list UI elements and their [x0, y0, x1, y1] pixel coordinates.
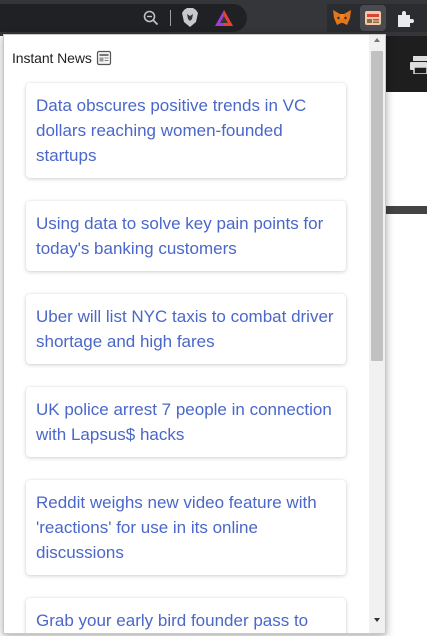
background-divider — [385, 206, 427, 214]
brave-rewards-icon[interactable] — [213, 7, 235, 29]
news-headline: Using data to solve key pain points for … — [36, 214, 324, 258]
news-headline: UK police arrest 7 people in connection … — [36, 400, 332, 444]
popup-scrollbar[interactable] — [369, 35, 385, 633]
news-item[interactable]: Reddit weighs new video feature with 're… — [26, 480, 346, 575]
metamask-icon[interactable] — [330, 6, 354, 30]
scroll-down-arrow-icon[interactable] — [369, 617, 385, 629]
popup-title: Instant News — [12, 50, 92, 66]
instant-news-popup: Instant News Data obscures positive tren… — [3, 34, 386, 634]
news-headline: Data obscures positive trends in VC doll… — [36, 96, 307, 165]
news-item[interactable]: UK police arrest 7 people in connection … — [26, 387, 346, 457]
news-item[interactable]: Uber will list NYC taxis to combat drive… — [26, 294, 346, 364]
instant-news-extension-icon[interactable] — [362, 7, 384, 29]
zoom-icon[interactable] — [141, 8, 161, 28]
browser-toolbar — [0, 0, 427, 36]
news-headline: Reddit weighs new video feature with 're… — [36, 493, 317, 562]
news-item[interactable]: Data obscures positive trends in VC doll… — [26, 83, 346, 178]
news-headline: Uber will list NYC taxis to combat drive… — [36, 307, 334, 351]
print-icon — [410, 54, 427, 76]
popup-header: Instant News — [12, 48, 112, 68]
news-list: Data obscures positive trends in VC doll… — [26, 83, 346, 633]
news-item[interactable]: Using data to solve key pain points for … — [26, 201, 346, 271]
news-headline: Grab your early bird founder pass to — [36, 611, 309, 630]
newspaper-icon — [96, 50, 112, 66]
news-item[interactable]: Grab your early bird founder pass to — [26, 598, 346, 633]
brave-shields-icon[interactable] — [180, 7, 200, 29]
extensions-puzzle-icon[interactable] — [393, 7, 417, 31]
address-bar[interactable] — [0, 4, 247, 32]
scroll-up-arrow-icon[interactable] — [369, 37, 385, 49]
toolbar-separator — [170, 10, 171, 26]
scrollbar-thumb[interactable] — [371, 51, 383, 361]
